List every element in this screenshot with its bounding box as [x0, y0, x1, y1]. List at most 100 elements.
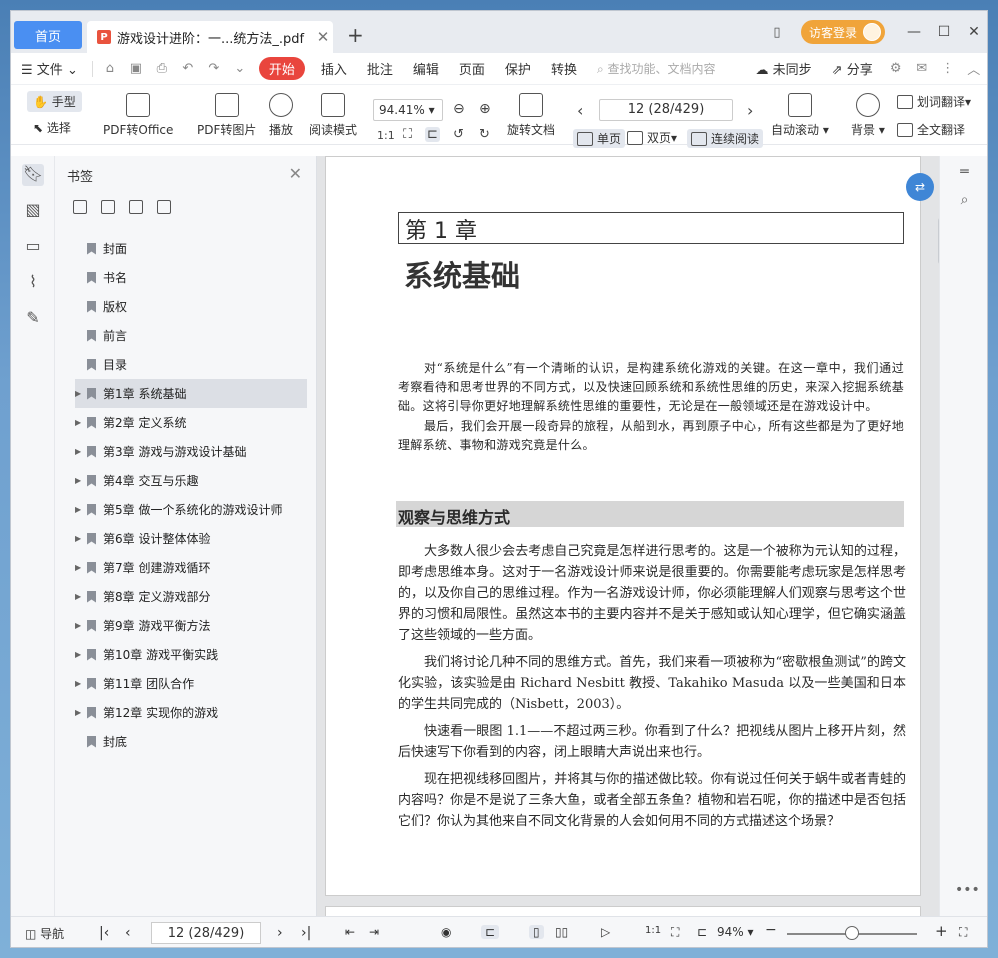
open-icon[interactable]: ⌂ [97, 61, 123, 76]
rotate-doc-button[interactable]: 旋转文档 [507, 93, 555, 138]
continuous-status-icon[interactable]: ⊏ [481, 925, 500, 939]
bookmark-item[interactable]: ▶ 第9章 游戏平衡方法 [55, 611, 317, 640]
double-status-icon[interactable]: ▯▯ [555, 925, 568, 939]
fullscreen-icon[interactable]: ⛶ [959, 925, 967, 940]
settings-icon[interactable]: ⚙ [883, 61, 909, 76]
menu-convert[interactable]: 转换 [541, 59, 587, 78]
bookmark-item[interactable]: ▶ 第5章 做一个系统化的游戏设计师 [55, 495, 317, 524]
zoom-slider-knob[interactable] [845, 926, 859, 940]
back-icon[interactable]: ⇤ [345, 925, 355, 939]
minimize-button[interactable]: — [899, 24, 929, 40]
expand-arrow-icon[interactable]: ▶ [75, 679, 87, 688]
rotate-right-icon[interactable]: ↻ [479, 127, 490, 142]
file-menu[interactable]: ☰ 文件 ⌄ [11, 59, 88, 78]
menu-comment[interactable]: 批注 [357, 59, 403, 78]
actual-size-icon[interactable]: 1:1 [377, 129, 395, 142]
bookmark-item[interactable]: ▶ 第6章 设计整体体验 [55, 524, 317, 553]
new-tab-button[interactable]: + [347, 23, 364, 47]
status-page-input[interactable]: 12 (28/429) [151, 922, 261, 944]
add-bookmark-icon[interactable] [73, 200, 87, 214]
bookmark-item[interactable]: ▶ 第1章 系统基础 [75, 379, 307, 408]
bookmark-item[interactable]: ▶ 第11章 团队合作 [55, 669, 317, 698]
login-button[interactable]: 访客登录 [800, 20, 885, 44]
zoom-out-icon[interactable]: ⊖ [453, 101, 465, 117]
next-page-icon[interactable]: › [747, 101, 753, 120]
menu-insert[interactable]: 插入 [311, 59, 357, 78]
expand-arrow-icon[interactable]: ▶ [75, 563, 87, 572]
single-status-icon[interactable]: ▯ [529, 925, 544, 939]
expand-arrow-icon[interactable]: ▶ [75, 389, 87, 398]
translate-full-button[interactable]: 全文翻译 [897, 121, 965, 138]
add-sub-bookmark-icon[interactable] [101, 200, 115, 214]
status-next-page-icon[interactable]: › [277, 925, 283, 941]
play-status-icon[interactable]: ▷ [601, 925, 610, 939]
read-mode-button[interactable]: 阅读模式 [309, 93, 357, 138]
rotate-left-icon[interactable]: ↺ [453, 127, 464, 142]
status-prev-page-icon[interactable]: ‹ [125, 925, 131, 941]
close-tab-icon[interactable]: ✕ [313, 28, 333, 46]
expand-arrow-icon[interactable]: ▶ [75, 650, 87, 659]
expand-arrow-icon[interactable]: ▶ [75, 418, 87, 427]
prev-page-icon[interactable]: ‹ [577, 101, 583, 120]
expand-arrow-icon[interactable]: ▶ [75, 708, 87, 717]
continuous-button[interactable]: 连续阅读 [687, 129, 764, 148]
bookmark-collapse-icon[interactable] [157, 200, 171, 214]
status-zoom-in-icon[interactable]: + [935, 922, 948, 940]
bookmark-item[interactable]: 版权 [55, 292, 317, 321]
expand-arrow-icon[interactable]: ▶ [75, 505, 87, 514]
play-button[interactable]: 播放 [269, 93, 293, 138]
convert-float-button[interactable]: ⇄ [906, 173, 934, 201]
more-options-icon[interactable]: ••• [955, 882, 980, 902]
menu-start[interactable]: 开始 [258, 57, 305, 80]
tab-home[interactable]: 首页 [14, 21, 82, 49]
forward-icon[interactable]: ⇥ [369, 925, 379, 939]
maximize-button[interactable]: ☐ [929, 24, 959, 40]
bookmark-item[interactable]: ▶ 第3章 游戏与游戏设计基础 [55, 437, 317, 466]
actual-size-status-icon[interactable]: 1:1 [645, 925, 661, 936]
translate-word-button[interactable]: 划词翻译 ▾ [897, 93, 971, 110]
redo-icon[interactable]: ↷ [201, 61, 227, 76]
pdf-to-image-button[interactable]: PDF转图片 [197, 93, 256, 138]
search-input[interactable]: ⌕ 查找功能、文档内容 [587, 60, 726, 77]
fit-page-icon[interactable]: ⛶ [403, 127, 412, 142]
status-zoom-select[interactable]: 94% ▾ [717, 925, 754, 939]
tab-document[interactable]: P 游戏设计进阶：一...统方法_.pdf ✕ [87, 21, 333, 53]
thumbnail-icon[interactable]: ▧ [22, 200, 44, 222]
search-doc-icon[interactable]: ⌕ [955, 192, 975, 212]
signature-icon[interactable]: ✎ [22, 308, 44, 330]
bookmark-item[interactable]: 书名 [55, 263, 317, 292]
bookmark-item[interactable]: ▶ 第8章 定义游戏部分 [55, 582, 317, 611]
nav-toggle[interactable]: ◫ 导航 [25, 925, 64, 942]
bookmark-item[interactable]: 前言 [55, 321, 317, 350]
attachment-icon[interactable]: ⌇ [22, 272, 44, 294]
bookmark-item[interactable]: ▶ 第10章 游戏平衡实践 [55, 640, 317, 669]
expand-arrow-icon[interactable]: ▶ [75, 447, 87, 456]
bookmark-item[interactable]: 封底 [55, 727, 317, 756]
save-icon[interactable]: ▣ [123, 61, 149, 76]
bookmark-expand-icon[interactable] [129, 200, 143, 214]
bookmark-item[interactable]: ▶ 第4章 交互与乐趣 [55, 466, 317, 495]
expand-arrow-icon[interactable]: ▶ [75, 534, 87, 543]
close-panel-icon[interactable]: ✕ [289, 164, 302, 183]
bookmark-item[interactable]: 封面 [55, 234, 317, 263]
sync-button[interactable]: ☁ 未同步 [746, 59, 822, 78]
panel-toggle-icon[interactable]: ═ [955, 164, 975, 184]
bookmark-item[interactable]: ▶ 第12章 实现你的游戏 [55, 698, 317, 727]
zoom-select[interactable]: 94.41% ▾ [373, 99, 443, 121]
comment-icon[interactable]: ▭ [22, 236, 44, 258]
share-button[interactable]: ⇗ 分享 [822, 59, 883, 78]
close-window-button[interactable]: ✕ [959, 24, 987, 40]
bookmark-item[interactable]: 目录 [55, 350, 317, 379]
expand-arrow-icon[interactable]: ▶ [75, 621, 87, 630]
autoscroll-button[interactable]: 自动滚动 ▾ [771, 93, 829, 138]
background-button[interactable]: 背景 ▾ [851, 93, 885, 138]
layout-icon[interactable]: ▯ [763, 25, 791, 40]
fit-width-icon[interactable]: ⊏ [425, 127, 440, 142]
select-tool-button[interactable]: ⬉ 选择 [33, 119, 71, 136]
expand-arrow-icon[interactable]: ▶ [75, 592, 87, 601]
bookmark-item[interactable]: ▶ 第7章 创建游戏循环 [55, 553, 317, 582]
last-page-icon[interactable]: ›| [301, 925, 311, 941]
zoom-in-icon[interactable]: ⊕ [479, 101, 491, 117]
print-icon[interactable]: ⎙ [149, 61, 175, 76]
kebab-menu-icon[interactable]: ⋮ [935, 61, 961, 76]
